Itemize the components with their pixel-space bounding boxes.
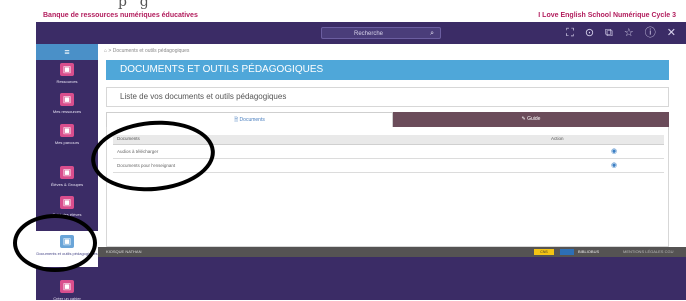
- paths-icon: ▣: [60, 124, 74, 137]
- footer-brand[interactable]: BIBLIOBUS: [578, 247, 599, 257]
- partial-heading: p ' g: [118, 0, 149, 10]
- footer: KIOSQUE NATHAN CNS BIBLIOBUS MENTIONS LÉ…: [98, 247, 686, 257]
- footer-logo: [560, 249, 574, 255]
- search-placeholder: Recherche: [354, 31, 384, 37]
- banner-left-text: Banque de ressources numériques éducativ…: [43, 12, 198, 19]
- sidebar-item-label: Mes ressources: [52, 109, 82, 114]
- top-navigation: Recherche ⌕ ⛶ ⊙ ⧉ ☆ ⓘ ✕: [36, 22, 686, 44]
- footer-left-link[interactable]: KIOSQUE NATHAN: [106, 247, 142, 257]
- eye-icon[interactable]: ◉: [611, 161, 617, 169]
- search-input[interactable]: Recherche ⌕: [321, 27, 441, 39]
- sidebar-item-mes-parcours[interactable]: ▣ Mes parcours: [36, 124, 98, 152]
- top-icons: ⛶ ⊙ ⧉ ☆ ⓘ ✕: [566, 25, 676, 41]
- sidebar-item-creer-cahier[interactable]: ▣ Créer un cahier: [36, 280, 98, 301]
- menu-icon[interactable]: ≡: [36, 44, 98, 60]
- banner-right-text: I Love English School Numérique Cycle 3: [538, 12, 676, 19]
- sidebar-item-label: Élèves & Groupes: [50, 182, 84, 187]
- top-banner: Banque de ressources numériques éducativ…: [36, 10, 686, 22]
- sidebar-item-ressources[interactable]: ▣ Ressources: [36, 63, 98, 91]
- external-icon[interactable]: ⧉: [605, 25, 613, 41]
- help-icon[interactable]: ⊙: [585, 25, 594, 41]
- subtitle-text: Liste de vos documents et outils pédagog…: [120, 92, 287, 101]
- subtitle-box: Liste de vos documents et outils pédagog…: [106, 87, 669, 107]
- search-icon[interactable]: ⌕: [430, 28, 434, 40]
- students-icon: ▣: [60, 166, 74, 179]
- eye-icon[interactable]: ◉: [611, 147, 617, 155]
- notebook-icon: ▣: [60, 280, 74, 293]
- sidebar-item-mes-ressources[interactable]: ▣ Mes ressources: [36, 93, 98, 121]
- breadcrumb[interactable]: ⌂ > Documents et outils pédagogiques: [104, 48, 189, 54]
- tab-guide[interactable]: ✎ Guide: [393, 112, 669, 127]
- page-title: DOCUMENTS ET OUTILS PÉDAGOGIQUES: [106, 60, 669, 80]
- tracking-icon: ▣: [60, 196, 74, 209]
- sidebar-item-label: Ressources: [56, 79, 78, 84]
- close-icon[interactable]: ✕: [667, 25, 676, 41]
- resources-icon: ▣: [60, 63, 74, 76]
- my-resources-icon: ▣: [60, 93, 74, 106]
- bottom-bar: [98, 257, 686, 300]
- header-action: Action: [551, 136, 564, 141]
- sidebar-item-eleves-groupes[interactable]: ▣ Élèves & Groupes: [36, 166, 98, 194]
- footer-badge: CNS: [534, 249, 554, 255]
- expand-icon[interactable]: ⛶: [566, 25, 574, 41]
- sidebar-item-label: Mes parcours: [54, 140, 80, 145]
- footer-links[interactable]: MENTIONS LÉGALES CGU: [623, 247, 673, 257]
- annotation-circle: [13, 214, 97, 272]
- sidebar-item-label: Créer un cahier: [53, 296, 81, 301]
- info-icon[interactable]: ⓘ: [645, 25, 656, 41]
- star-icon[interactable]: ☆: [624, 25, 634, 41]
